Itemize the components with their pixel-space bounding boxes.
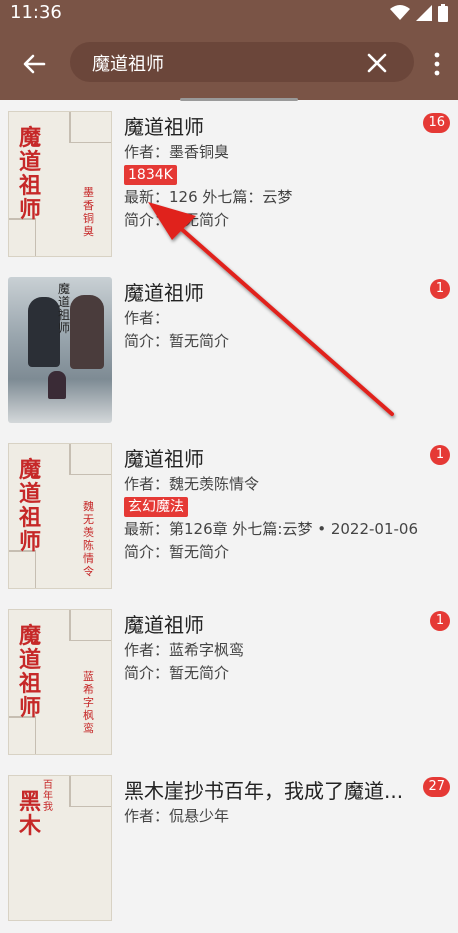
cover-ornament (69, 610, 111, 641)
cover-ornament (9, 550, 36, 588)
book-cover: 魔道祖师 魏无羡陈情令 (8, 443, 112, 589)
app-bar: 11:36 (0, 0, 458, 100)
book-info: 魔道祖师 作者：墨香铜臭 1834K 最新：126 外七篇：云梦 简介：暂无简介 (124, 113, 424, 232)
cover-ornament (9, 218, 36, 256)
cover-title: 黑木 (19, 789, 42, 839)
cover-title: 魔道祖师 (58, 282, 71, 335)
book-info: 魔道祖师 作者：魏无羡陈情令 玄幻魔法 最新：第126章 外七篇:云梦 • 20… (124, 445, 424, 564)
search-results-list: 魔道祖师 墨香铜臭 魔道祖师 作者：墨香铜臭 1834K 最新：126 外七篇：… (0, 103, 458, 933)
book-intro: 简介：暂无简介 (124, 211, 230, 229)
source-count-badge: 16 (423, 113, 450, 133)
clear-search-icon[interactable] (366, 52, 388, 74)
battery-icon (438, 4, 448, 22)
book-info: 黑木崖抄书百年，我成了魔道... 作者：侃悬少年 (124, 777, 424, 828)
status-time: 11:36 (10, 2, 62, 23)
book-tag: 玄幻魔法 (124, 497, 188, 517)
book-cover: 黑木 百年我 (8, 775, 112, 921)
status-bar: 11:36 (0, 0, 458, 26)
cover-author: 蓝希字枫鸾 (83, 670, 94, 735)
book-title: 魔道祖师 (124, 115, 204, 139)
book-cover: 魔道祖师 蓝希字枫鸾 (8, 609, 112, 755)
book-cover: 魔道祖师 (8, 277, 112, 423)
book-info: 魔道祖师 作者： 简介：暂无简介 (124, 279, 424, 353)
back-arrow-icon[interactable] (20, 50, 48, 78)
cover-author: 墨香铜臭 (83, 186, 94, 238)
more-options-icon[interactable] (430, 50, 444, 78)
cover-figure (48, 371, 66, 399)
status-icons (390, 4, 448, 22)
book-item[interactable]: 黑木 百年我 黑木崖抄书百年，我成了魔道... 作者：侃悬少年 27 (0, 767, 458, 933)
cover-title: 魔道祖师 (19, 125, 42, 223)
source-count-badge: 1 (430, 445, 450, 465)
book-latest: 最新：126 外七篇：云梦 (124, 188, 293, 206)
cover-figure (28, 297, 60, 367)
book-author: 作者：蓝希字枫鸾 (124, 641, 245, 659)
source-count-badge: 1 (430, 611, 450, 631)
book-title: 黑木崖抄书百年，我成了魔道... (124, 779, 404, 803)
cover-ornament (69, 444, 111, 475)
book-latest: 最新：第126章 外七篇:云梦 • 2022-01-06 (124, 520, 419, 538)
cover-ornament (69, 112, 111, 143)
book-author: 作者：墨香铜臭 (124, 143, 230, 161)
book-intro: 简介：暂无简介 (124, 543, 230, 561)
search-input[interactable] (90, 48, 354, 78)
book-item[interactable]: 魔道祖师 墨香铜臭 魔道祖师 作者：墨香铜臭 1834K 最新：126 外七篇：… (0, 103, 458, 269)
source-count-badge: 1 (430, 279, 450, 299)
book-tag: 1834K (124, 165, 177, 185)
pull-indicator (180, 98, 298, 101)
book-item[interactable]: 魔道祖师 魔道祖师 作者： 简介：暂无简介 1 (0, 269, 458, 435)
book-author: 作者： (124, 309, 170, 327)
cover-ornament (9, 716, 36, 754)
book-intro: 简介：暂无简介 (124, 664, 230, 682)
cover-author: 魏无羡陈情令 (83, 500, 94, 578)
book-title: 魔道祖师 (124, 613, 204, 637)
book-item[interactable]: 魔道祖师 魏无羡陈情令 魔道祖师 作者：魏无羡陈情令 玄幻魔法 最新：第126章… (0, 435, 458, 601)
book-info: 魔道祖师 作者：蓝希字枫鸾 简介：暂无简介 (124, 611, 424, 685)
signal-icon (416, 5, 432, 21)
book-author: 作者：侃悬少年 (124, 807, 230, 825)
book-title: 魔道祖师 (124, 447, 204, 471)
cover-figure (70, 295, 104, 369)
cover-title: 魔道祖师 (19, 457, 42, 555)
search-bar[interactable] (70, 42, 414, 82)
cover-ornament (69, 776, 111, 807)
book-author: 作者：魏无羡陈情令 (124, 475, 260, 493)
book-item[interactable]: 魔道祖师 蓝希字枫鸾 魔道祖师 作者：蓝希字枫鸾 简介：暂无简介 1 (0, 601, 458, 767)
book-intro: 简介：暂无简介 (124, 332, 230, 350)
cover-title: 魔道祖师 (19, 623, 42, 721)
cover-author: 百年我 (43, 780, 53, 813)
wifi-icon (390, 5, 410, 20)
book-cover: 魔道祖师 墨香铜臭 (8, 111, 112, 257)
source-count-badge: 27 (423, 777, 450, 797)
book-title: 魔道祖师 (124, 281, 204, 305)
